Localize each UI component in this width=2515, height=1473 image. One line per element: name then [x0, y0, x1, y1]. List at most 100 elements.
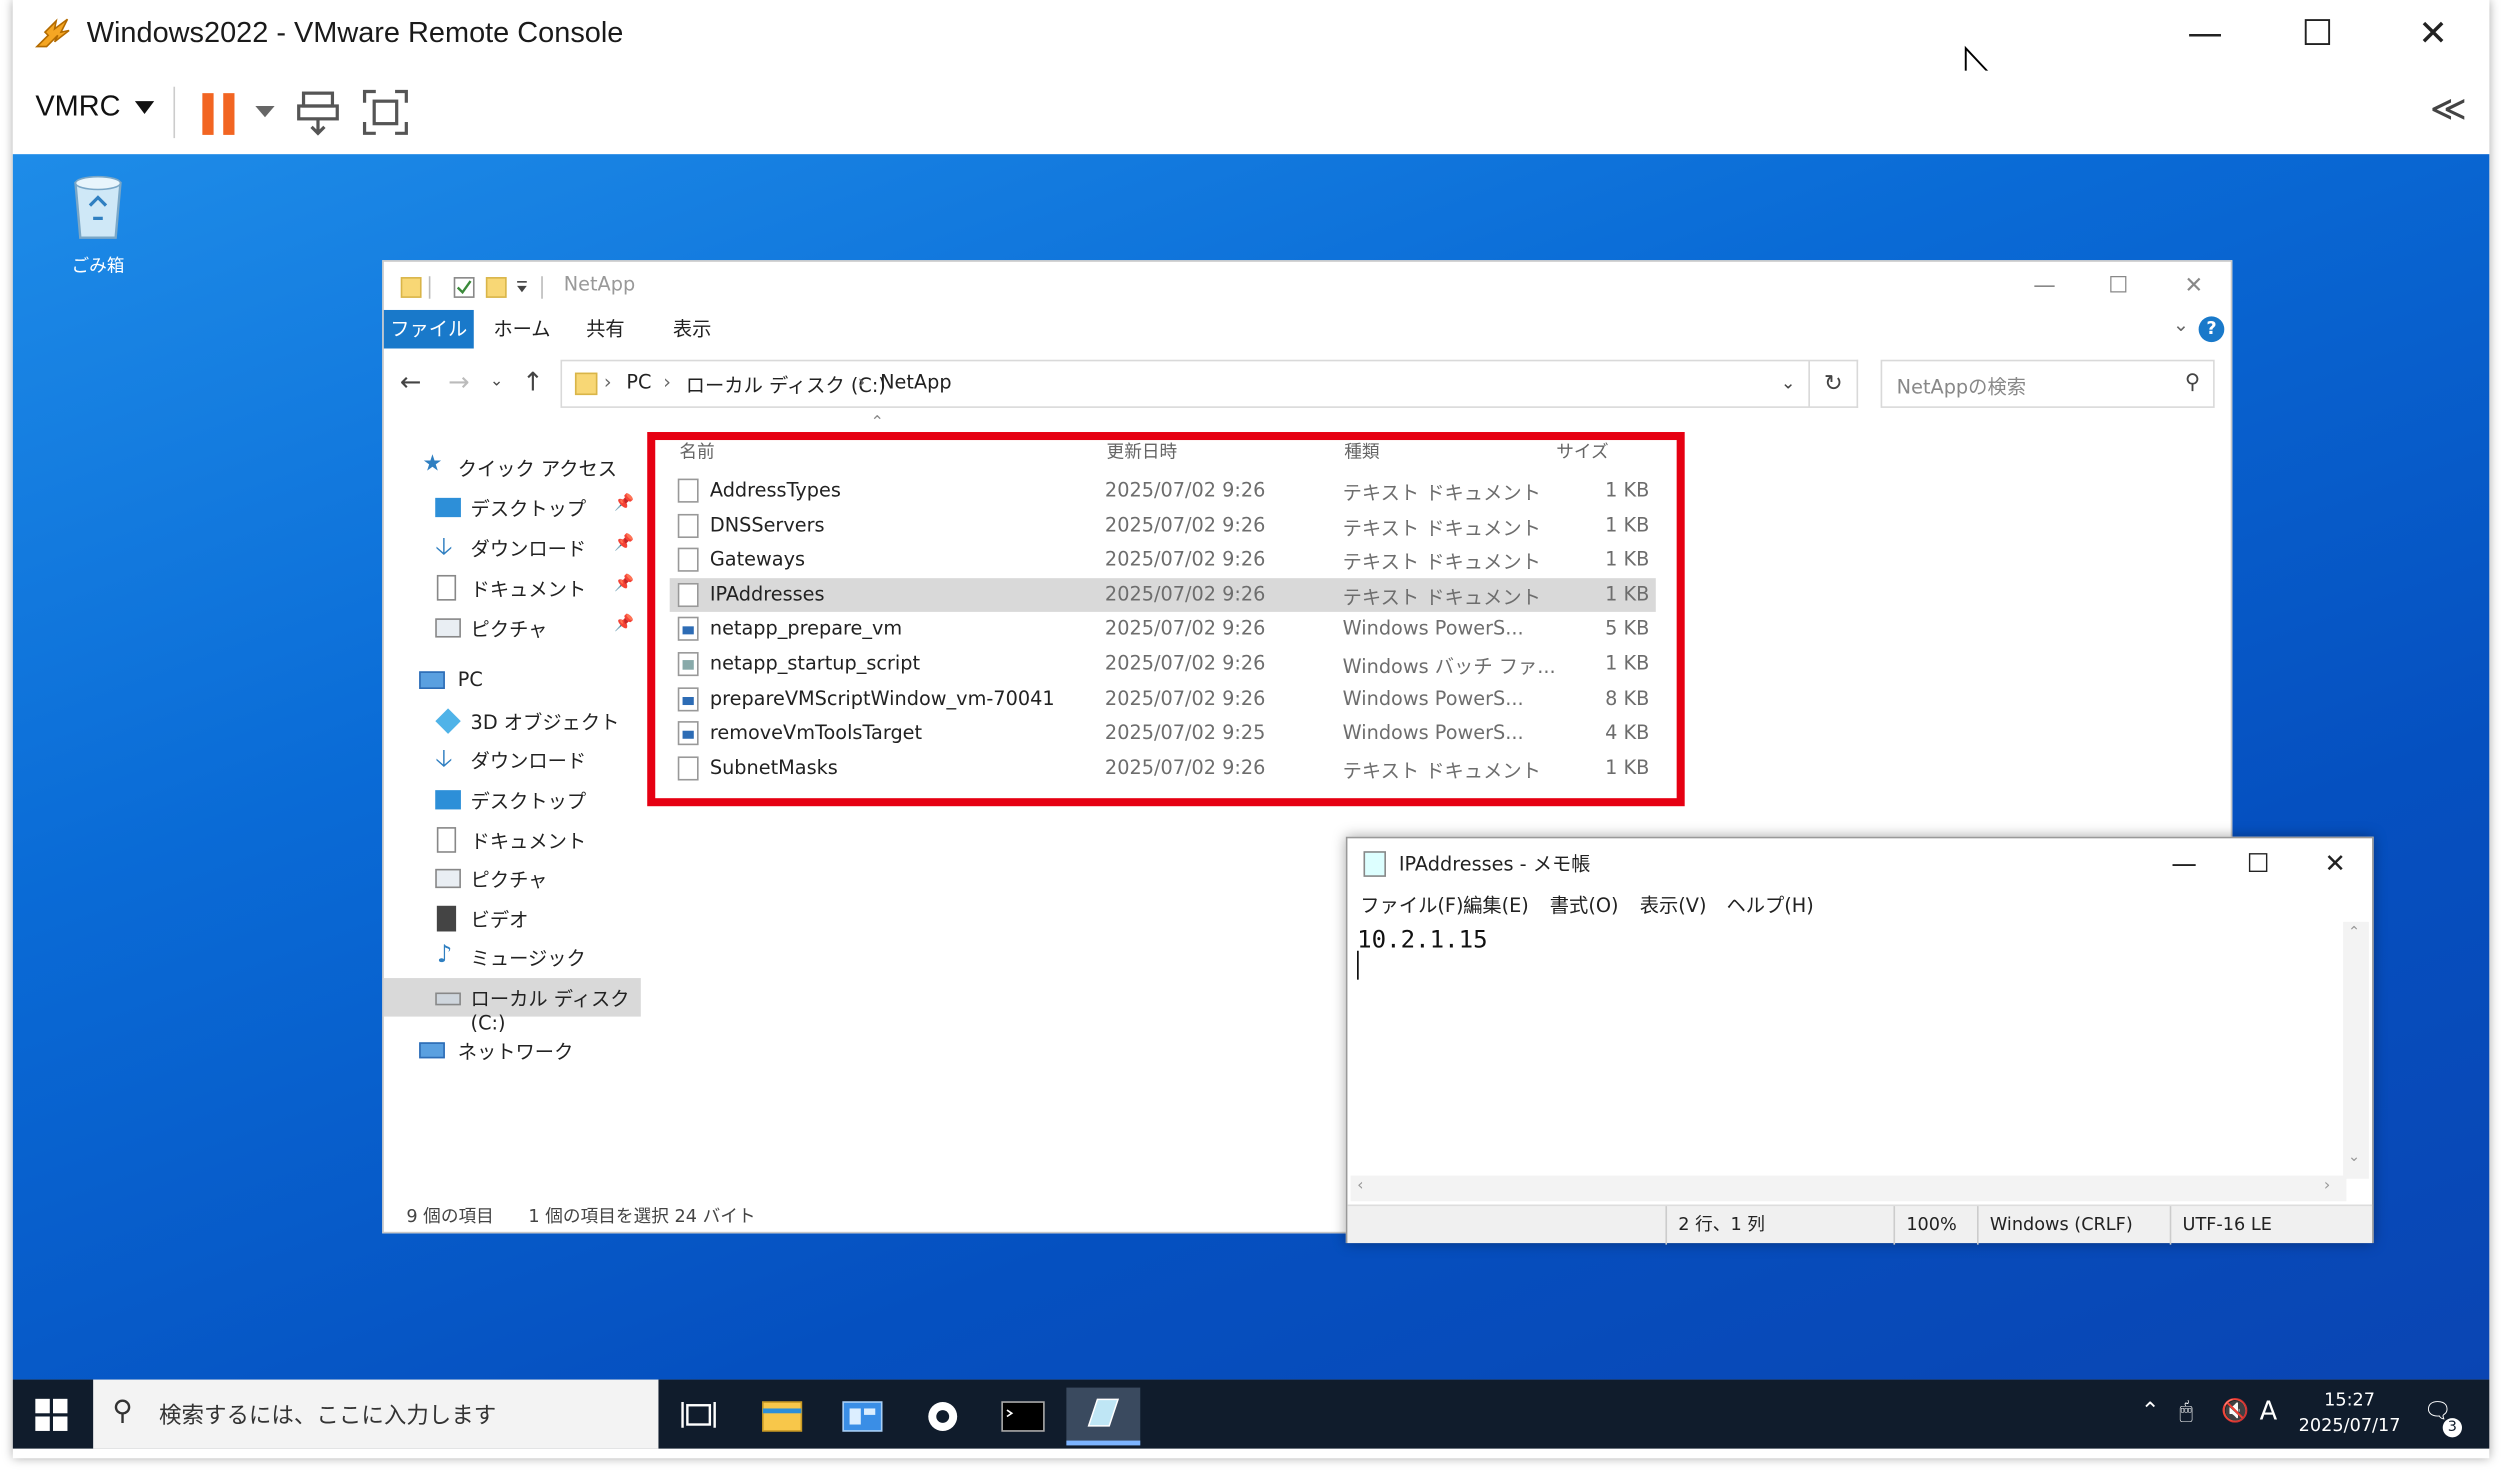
server-manager-taskbar-icon[interactable]	[825, 1388, 899, 1446]
nav-qa-downloads[interactable]: 🡣 ダウンロード 📌	[384, 528, 641, 567]
column-header-size[interactable]: サイズ	[1556, 438, 1608, 467]
explorer-maximize-button[interactable]: ☐	[2086, 267, 2150, 306]
pin-icon[interactable]: 📌	[614, 495, 634, 513]
address-bar[interactable]: › PC › ローカル ディスク (C:) › NetApp ⌄	[560, 359, 1810, 408]
scroll-down-icon[interactable]: ⌄	[2348, 1150, 2360, 1166]
notepad-title-bar[interactable]: IPAddresses - メモ帳 — ☐ ✕	[1347, 838, 2372, 886]
address-dropdown-chevron-icon[interactable]: ⌄	[1781, 373, 1796, 394]
file-row[interactable]: DNSServers 2025/07/02 9:26 テキスト ドキュメント 1 KB	[670, 508, 1656, 542]
back-arrow-icon[interactable]: ←	[400, 366, 422, 397]
file-row[interactable]: AddressTypes 2025/07/02 9:26 テキスト ドキュメント 1 …	[670, 474, 1656, 508]
nav-qa-desktop[interactable]: デスクトップ 📌	[384, 488, 641, 527]
nav-quick-access[interactable]: ★ クイック アクセス	[384, 448, 641, 487]
settings-gear-icon[interactable]	[906, 1388, 980, 1446]
notepad-text-area[interactable]: 10.2.1.15	[1351, 922, 2347, 1176]
pause-button[interactable]	[202, 93, 237, 135]
nav-label: ドキュメント	[470, 578, 587, 601]
refresh-icon[interactable]: ↻	[1809, 359, 1859, 408]
file-row[interactable]: netapp_prepare_vm 2025/07/02 9:26 Windows …	[670, 613, 1656, 647]
recycle-bin[interactable]: ごみ箱	[58, 170, 138, 278]
menu-format[interactable]: 書式(O)	[1550, 891, 1619, 918]
nav-music[interactable]: ♪ ミュージック	[384, 938, 641, 977]
column-header-type[interactable]: 種類	[1344, 438, 1379, 467]
vmrc-title-bar[interactable]: Windows2022 - VMware Remote Console — ☐ …	[12, 0, 2490, 92]
notepad-maximize-button[interactable]: ☐	[2221, 842, 2295, 887]
scroll-right-icon[interactable]: ›	[2324, 1177, 2330, 1195]
taskbar-search-box[interactable]: ⚲ 検索するには、ここに入力します	[93, 1379, 659, 1449]
file-row[interactable]: Gateways 2025/07/02 9:26 テキスト ドキュメント 1 KB	[670, 543, 1656, 577]
notepad-menu-bar: ファイル(F) 編集(E) 書式(O) 表示(V) ヘルプ(H)	[1347, 887, 2372, 922]
explorer-title-bar[interactable]: NetApp — ☐ ✕	[384, 262, 2231, 310]
nav-qa-documents[interactable]: ドキュメント 📌	[384, 569, 641, 608]
horizontal-scrollbar[interactable]: ‹ ›	[1350, 1175, 2347, 1202]
breadcrumb-local-disk[interactable]: ローカル ディスク (C:)	[686, 371, 886, 398]
windows-start-icon[interactable]	[35, 1398, 68, 1431]
up-arrow-icon[interactable]: ↑	[522, 366, 544, 397]
vertical-scrollbar[interactable]: ⌃ ⌄	[2343, 921, 2369, 1179]
file-row[interactable]: IPAddresses 2025/07/02 9:26 テキスト ドキュメント 1 K…	[669, 577, 1656, 612]
power-options-chevron-icon[interactable]	[255, 105, 275, 118]
pin-icon[interactable]: 📌	[614, 535, 634, 553]
file-explorer-taskbar-icon[interactable]	[745, 1388, 819, 1446]
pin-icon[interactable]: 📌	[614, 615, 634, 633]
breadcrumb-netapp[interactable]: NetApp	[880, 371, 951, 393]
file-row[interactable]: SubnetMasks 2025/07/02 9:26 テキスト ドキュメント 1 K…	[670, 751, 1656, 785]
collapse-library-button[interactable]: ≪	[2430, 90, 2467, 130]
vmrc-menu[interactable]: VMRC	[35, 90, 120, 124]
notepad-close-button[interactable]: ✕	[2298, 842, 2372, 887]
nav-local-disk[interactable]: ローカル ディスク (C:)	[383, 978, 641, 1034]
nav-pictures[interactable]: ピクチャ	[384, 859, 641, 898]
search-box[interactable]: NetAppの検索 ⚲	[1880, 359, 2215, 408]
notepad-taskbar-icon[interactable]	[1066, 1387, 1141, 1446]
volume-muted-icon[interactable]: 🔇	[2221, 1399, 2249, 1425]
tab-view[interactable]: 表示	[666, 310, 717, 349]
tab-share[interactable]: 共有	[580, 310, 631, 349]
tab-file[interactable]: ファイル	[383, 309, 474, 349]
expand-ribbon-chevron-icon[interactable]: ⌄	[2173, 313, 2189, 335]
tab-home[interactable]: ホーム	[487, 310, 558, 349]
maximize-button[interactable]: ☐	[2293, 13, 2341, 58]
send-ctrl-alt-del-icon[interactable]	[294, 87, 345, 138]
pin-icon[interactable]: 📌	[614, 575, 634, 593]
fullscreen-icon[interactable]	[360, 87, 411, 138]
network-status-icon[interactable]: 🖱	[2179, 1399, 2193, 1425]
nav-desktop[interactable]: デスクトップ	[384, 781, 641, 820]
nav-3d-objects[interactable]: 3D オブジェクト	[384, 702, 641, 741]
explorer-close-button[interactable]: ✕	[2162, 267, 2226, 306]
guest-desktop[interactable]: ごみ箱 NetApp — ☐ ✕ ファイル ホーム 共有 表示 ⌄ ? ← → …	[12, 154, 2490, 1380]
sort-ascending-icon[interactable]: ⌃	[870, 414, 883, 432]
nav-network[interactable]: ネットワーク	[384, 1031, 641, 1070]
scroll-up-icon[interactable]: ⌃	[2348, 925, 2360, 941]
menu-file[interactable]: ファイル(F)	[1360, 891, 1463, 918]
nav-documents[interactable]: ドキュメント	[384, 821, 641, 860]
notepad-minimize-button[interactable]: —	[2147, 842, 2221, 887]
menu-view[interactable]: 表示(V)	[1640, 891, 1707, 918]
quick-access-toolbar[interactable]	[400, 275, 553, 301]
file-row[interactable]: netapp_startup_script 2025/07/02 9:26 Wind…	[670, 647, 1656, 681]
close-button[interactable]: ✕	[2409, 13, 2457, 58]
menu-help[interactable]: ヘルプ(H)	[1726, 891, 1813, 918]
forward-arrow-icon[interactable]: →	[448, 366, 470, 397]
nav-downloads[interactable]: 🡣 ダウンロード	[384, 740, 641, 779]
show-hidden-icons-chevron-icon[interactable]: ⌃	[2141, 1399, 2160, 1425]
column-header-name[interactable]: 名前	[679, 438, 714, 467]
ime-mode-indicator[interactable]: A	[2260, 1396, 2278, 1427]
explorer-minimize-button[interactable]: —	[2012, 267, 2076, 306]
chevron-down-icon[interactable]	[134, 101, 155, 115]
nav-pc[interactable]: PC	[384, 662, 641, 701]
breadcrumb-pc[interactable]: PC	[626, 371, 651, 393]
task-view-icon[interactable]	[662, 1388, 736, 1446]
column-header-date[interactable]: 更新日時	[1107, 438, 1178, 467]
file-row[interactable]: removeVmToolsTarget 2025/07/02 9:25 Window…	[670, 717, 1656, 751]
scroll-left-icon[interactable]: ‹	[1357, 1177, 1363, 1195]
nav-qa-pictures[interactable]: ピクチャ 📌	[384, 609, 641, 648]
taskbar-clock[interactable]: 15:27 2025/07/17	[2284, 1388, 2416, 1439]
minimize-button[interactable]: —	[2181, 13, 2229, 58]
nav-videos[interactable]: ビデオ	[384, 899, 641, 938]
command-prompt-icon[interactable]	[986, 1388, 1060, 1446]
file-type: テキスト ドキュメント	[1342, 759, 1541, 782]
file-row[interactable]: prepareVMScriptWindow_vm-70041 2025/07/02…	[670, 682, 1656, 716]
help-icon[interactable]: ?	[2198, 316, 2225, 343]
menu-edit[interactable]: 編集(E)	[1463, 891, 1529, 918]
recent-locations-chevron-icon[interactable]: ⌄	[490, 373, 503, 391]
